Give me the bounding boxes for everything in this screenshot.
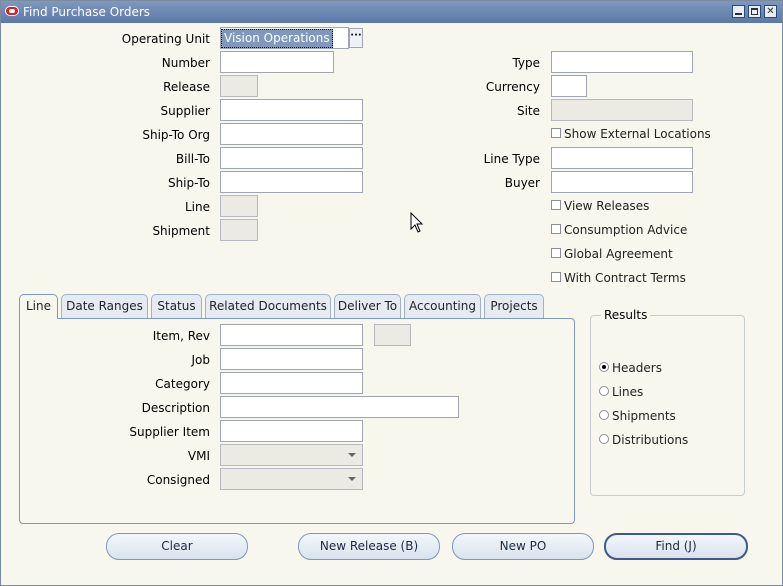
consigned-label: Consigned	[146, 473, 210, 487]
line-type-label: Line Type	[483, 152, 540, 166]
currency-field[interactable]	[551, 75, 587, 97]
results-shipments-label: Shipments	[612, 409, 676, 423]
consumption-advice-checkbox[interactable]	[551, 224, 561, 234]
number-field[interactable]	[220, 51, 334, 73]
with-contract-terms-label: With Contract Terms	[564, 271, 686, 285]
site-field	[551, 99, 693, 121]
ship-to-field[interactable]	[220, 171, 363, 193]
find-button[interactable]: Find (J)	[604, 533, 748, 560]
ellipsis-icon: ···	[350, 30, 362, 41]
item-field[interactable]	[220, 324, 363, 346]
tab-accounting[interactable]: Accounting	[404, 294, 481, 318]
item-rev-label: Item, Rev	[152, 329, 210, 343]
show-external-locations-checkbox[interactable]	[551, 128, 561, 138]
description-label: Description	[141, 401, 210, 415]
release-field	[220, 75, 258, 97]
close-icon[interactable]: ✕	[764, 5, 777, 18]
oracle-logo-icon	[5, 6, 19, 16]
bill-to-label: Bill-To	[175, 152, 210, 166]
tab-line[interactable]: Line	[19, 294, 58, 319]
line-type-field[interactable]	[551, 147, 693, 169]
category-label: Category	[155, 377, 210, 391]
vmi-select[interactable]	[220, 444, 363, 466]
ship-to-label: Ship-To	[167, 176, 210, 190]
operating-unit-lov-button[interactable]: ···	[349, 28, 363, 48]
supplier-item-label: Supplier Item	[129, 425, 210, 439]
results-shipments-radio[interactable]	[599, 410, 609, 420]
operating-unit-value: Vision Operations	[221, 29, 333, 48]
global-agreement-checkbox[interactable]	[551, 248, 561, 258]
results-lines-label: Lines	[612, 385, 644, 399]
results-group-title: Results	[601, 308, 651, 322]
supplier-item-field[interactable]	[220, 420, 363, 442]
number-label: Number	[161, 56, 210, 70]
with-contract-terms-checkbox[interactable]	[551, 272, 561, 282]
job-field[interactable]	[220, 348, 363, 370]
tab-deliver-to[interactable]: Deliver To	[334, 294, 401, 318]
mouse-pointer-icon	[410, 212, 424, 233]
consigned-select[interactable]	[220, 468, 363, 490]
buyer-label: Buyer	[504, 176, 540, 190]
line-label: Line	[184, 200, 210, 214]
supplier-field[interactable]	[220, 99, 363, 121]
job-label: Job	[191, 353, 211, 367]
line-field	[220, 195, 258, 217]
new-release-button[interactable]: New Release (B)	[298, 533, 440, 560]
site-label: Site	[516, 104, 540, 118]
view-releases-label: View Releases	[564, 199, 650, 213]
vmi-label: VMI	[187, 449, 210, 463]
consumption-advice-label: Consumption Advice	[564, 223, 688, 237]
chevron-down-icon	[348, 453, 356, 457]
view-releases-checkbox[interactable]	[551, 200, 561, 210]
window-title: Find Purchase Orders	[23, 5, 151, 19]
title-bar: Find Purchase Orders ✕	[1, 1, 782, 23]
chevron-down-icon	[348, 477, 356, 481]
ship-to-org-label: Ship-To Org	[142, 128, 210, 142]
new-po-button[interactable]: New PO	[452, 533, 594, 560]
results-group	[590, 315, 745, 496]
operating-unit-field[interactable]: Vision Operations	[220, 27, 349, 49]
shipment-field	[220, 219, 258, 241]
results-headers-radio[interactable]	[599, 362, 609, 372]
results-headers-label: Headers	[612, 361, 662, 375]
type-label: Type	[512, 56, 540, 70]
rev-field	[374, 324, 411, 346]
results-lines-radio[interactable]	[599, 386, 609, 396]
shipment-label: Shipment	[152, 224, 210, 238]
tab-date-ranges[interactable]: Date Ranges	[61, 294, 148, 318]
tab-status[interactable]: Status	[151, 294, 202, 318]
currency-label: Currency	[485, 80, 540, 94]
buyer-field[interactable]	[551, 171, 693, 193]
minimize-icon[interactable]	[732, 5, 745, 18]
results-distributions-radio[interactable]	[599, 434, 609, 444]
type-field[interactable]	[551, 51, 693, 73]
supplier-label: Supplier	[160, 104, 210, 118]
description-field[interactable]	[220, 396, 459, 418]
category-field[interactable]	[220, 372, 363, 394]
tab-projects[interactable]: Projects	[484, 294, 544, 318]
show-external-locations-label: Show External Locations	[564, 127, 711, 141]
tab-related-documents[interactable]: Related Documents	[205, 294, 331, 318]
operating-unit-label: Operating Unit	[121, 32, 210, 46]
maximize-icon[interactable]	[748, 5, 761, 18]
global-agreement-label: Global Agreement	[564, 247, 673, 261]
results-distributions-label: Distributions	[612, 433, 689, 447]
ship-to-org-field[interactable]	[220, 123, 363, 145]
clear-button[interactable]: Clear	[106, 533, 248, 560]
release-label: Release	[163, 80, 210, 94]
bill-to-field[interactable]	[220, 147, 363, 169]
